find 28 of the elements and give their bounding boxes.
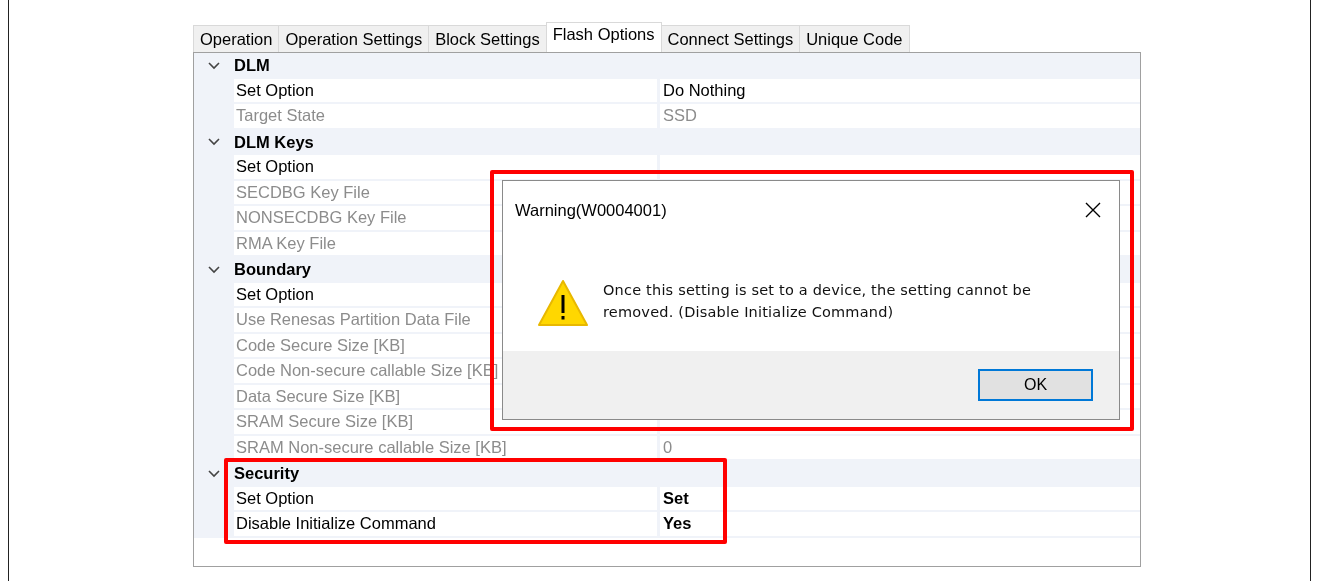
- property-value[interactable]: Yes: [660, 512, 1140, 536]
- category-title: Boundary: [234, 260, 311, 280]
- close-icon[interactable]: [1085, 202, 1101, 218]
- chevron-icon[interactable]: [208, 138, 220, 147]
- tab[interactable]: Operation Settings: [278, 25, 430, 52]
- chevron-icon[interactable]: [208, 265, 220, 274]
- property-name: Set Option: [234, 155, 657, 179]
- property-name: Disable Initialize Command: [234, 512, 657, 536]
- chevron-icon[interactable]: [208, 469, 220, 478]
- tab[interactable]: Connect Settings: [660, 25, 801, 52]
- property-name: Set Option: [234, 486, 657, 510]
- property-name: SRAM Non-secure callable Size [KB]: [234, 435, 657, 459]
- category-title: DLM: [234, 56, 270, 76]
- tab[interactable]: Operation: [193, 25, 280, 52]
- warning-icon: [537, 279, 589, 327]
- tab[interactable]: Unique Code: [799, 25, 910, 52]
- property-name: Target State: [234, 104, 657, 128]
- ok-button[interactable]: OK: [978, 369, 1093, 401]
- category-row[interactable]: DLM Keys: [194, 129, 1140, 155]
- category-title: DLM Keys: [234, 132, 314, 152]
- category-row[interactable]: DLM: [194, 53, 1140, 79]
- property-name: Set Option: [234, 78, 657, 102]
- category-title: Security: [234, 464, 300, 484]
- property-value[interactable]: Do Nothing: [660, 78, 1140, 102]
- category-row[interactable]: Security: [194, 461, 1140, 487]
- chevron-icon[interactable]: [208, 61, 220, 70]
- tab[interactable]: Block Settings: [428, 25, 547, 52]
- property-value[interactable]: Set: [660, 486, 1140, 510]
